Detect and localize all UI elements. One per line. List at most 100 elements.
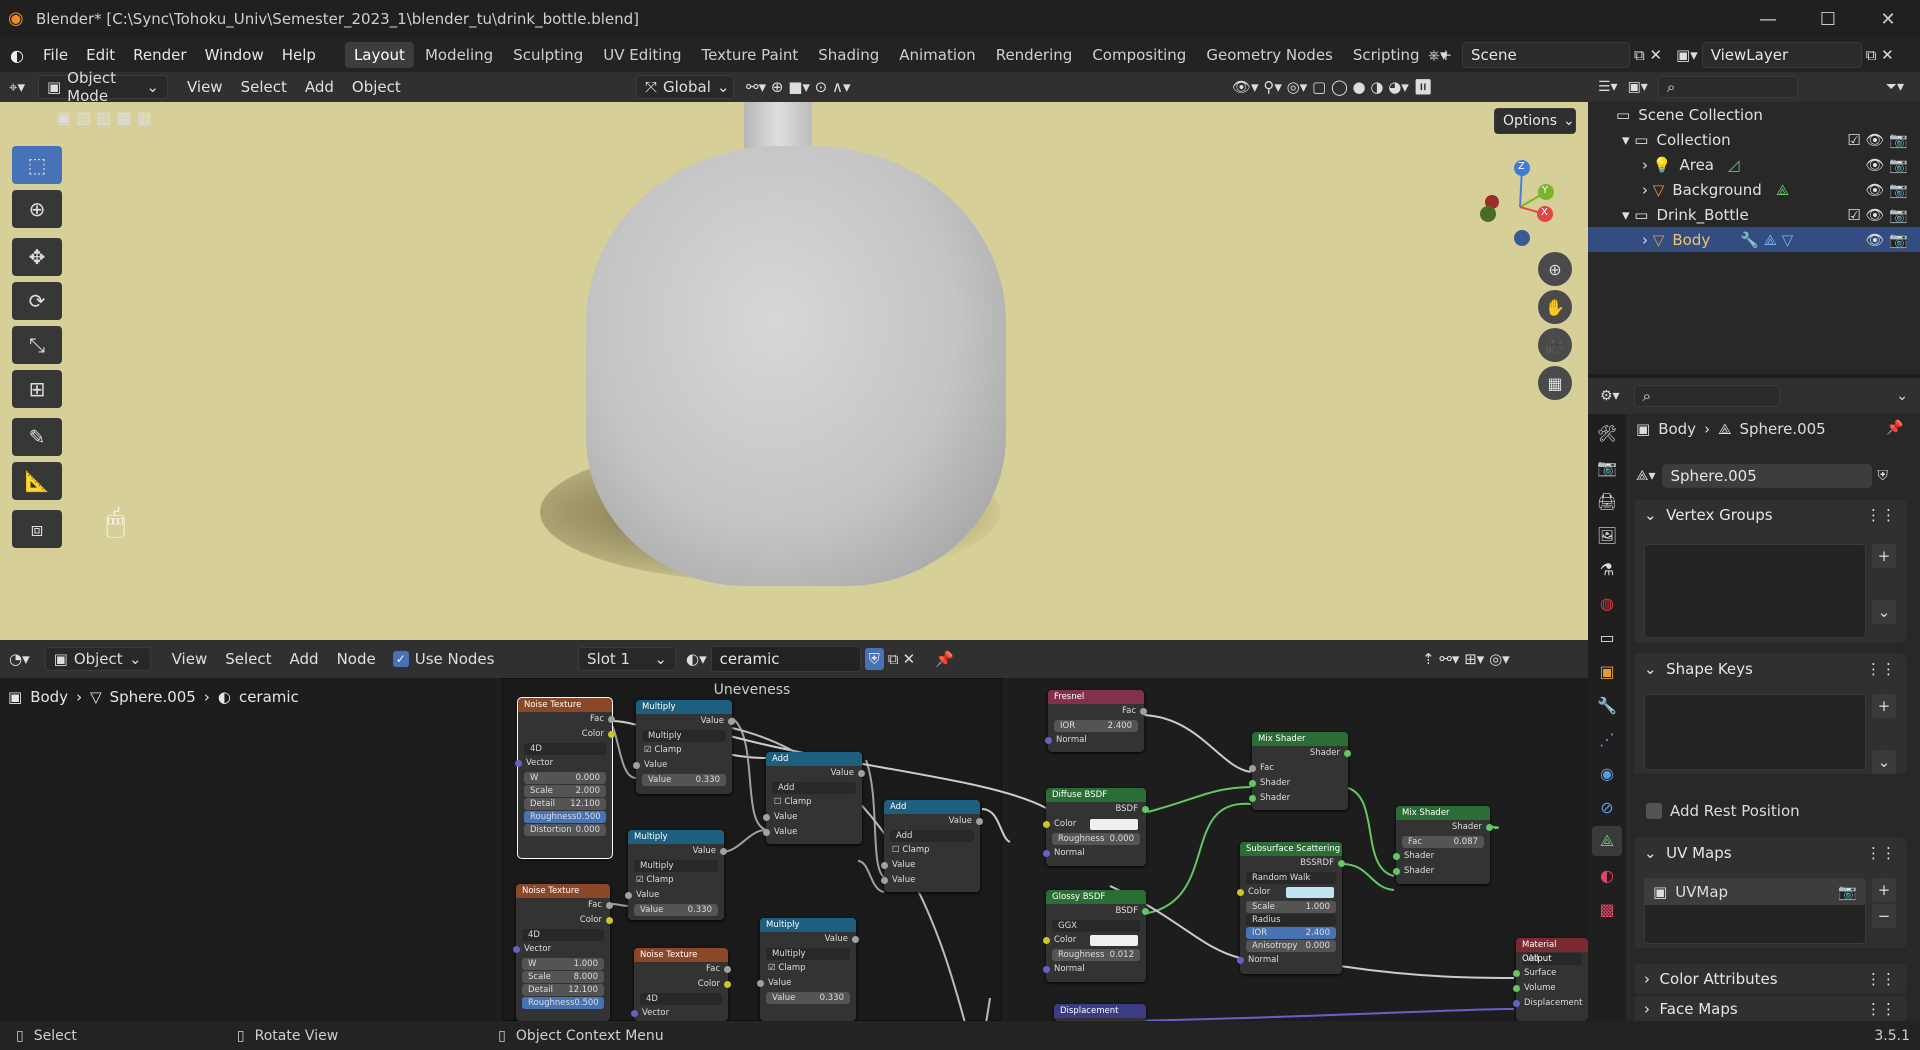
outliner-editor-icon[interactable]: ☰▾ — [1598, 79, 1618, 95]
noise-texture-node-1[interactable]: Noise Texture Fac Color 4D Vector W 0.000… — [515, 697, 615, 859]
cursor-tool-icon[interactable]: ⊕ — [12, 190, 62, 228]
node-menu-node[interactable]: Node — [328, 644, 385, 674]
color-input[interactable]: Color — [1237, 885, 1342, 900]
scale-field[interactable]: Scale 1.000 — [1246, 901, 1336, 913]
noise-texture-node-3[interactable]: Noise Texture Fac Color 4D Vector — [631, 948, 731, 1021]
dimension-select[interactable]: 4D — [524, 743, 606, 755]
ortho-grid-icon[interactable]: ▦ — [1538, 366, 1572, 400]
pivot-icon[interactable]: ⚯▾ ⊕ ■▾ ⊙ ∧▾ — [746, 72, 851, 102]
tab-sculpting[interactable]: Sculpting — [504, 42, 592, 68]
row-visibility-icons[interactable]: ☑ 👁 📷 — [1847, 131, 1908, 149]
pin-icon[interactable]: 📌 — [1886, 420, 1903, 436]
mode-dropdown[interactable]: ▣ Object Mode ⌄ — [37, 69, 168, 105]
view-layer-field[interactable]: ViewLayer — [1701, 42, 1862, 68]
add-cube-tool-icon[interactable]: ⧈ — [12, 510, 62, 548]
fake-user-icon[interactable]: ⛨ — [1878, 468, 1889, 484]
tab-uv-editing[interactable]: UV Editing — [594, 42, 690, 68]
menu-file[interactable]: File — [34, 38, 77, 72]
dimension-select[interactable]: 4D — [640, 993, 722, 1005]
tab-shading[interactable]: Shading — [809, 42, 888, 68]
roughness-field[interactable]: Roughness 0.500 — [524, 811, 606, 823]
properties-editor-icon[interactable]: ⚙▾ — [1600, 388, 1620, 404]
shape-key-menu-button[interactable]: ⌄ — [1872, 750, 1896, 774]
distortion-field[interactable]: Distortion 0.000 — [524, 824, 606, 836]
close-icon[interactable]: ✕ — [1860, 0, 1916, 38]
diffuse-bsdf-node[interactable]: Diffuse BSDF BSDF Color Roughness 0.000 N… — [1043, 788, 1149, 866]
menu-render[interactable]: Render — [124, 38, 195, 72]
material-output-node[interactable]: Material Output All Surface Volume Displ… — [1513, 938, 1588, 1021]
tab-layout[interactable]: Layout — [344, 42, 414, 68]
clamp-checkbox[interactable]: ☑ Clamp — [636, 743, 732, 758]
add-rest-position-checkbox[interactable]: Add Rest Position — [1646, 802, 1800, 820]
pan-hand-icon[interactable]: ✋ — [1538, 290, 1572, 324]
ior-field[interactable]: IOR 2.400 — [1246, 927, 1336, 939]
value-field[interactable]: Value 0.330 — [642, 774, 726, 786]
filter-icon[interactable]: ⏷▾ — [1886, 79, 1904, 95]
vertex-groups-header[interactable]: ⌄ Vertex Groups ⋮⋮ — [1634, 500, 1906, 530]
tab-texture-paint[interactable]: Texture Paint — [692, 42, 807, 68]
editor-type-icon[interactable]: ⌖▾ — [0, 72, 34, 102]
color-swatch[interactable] — [1090, 935, 1138, 946]
annotate-tool-icon[interactable]: ✎ — [12, 418, 62, 456]
outliner-row-drink-bottle[interactable]: ▾ ▭ Drink_Bottle ☑ 👁 📷 — [1588, 202, 1920, 227]
collection-tab-icon[interactable]: ▭ — [1592, 622, 1622, 652]
fresnel-node[interactable]: Fresnel Fac IOR 2.400 Normal — [1045, 690, 1147, 752]
multiply-node-3[interactable]: Multiply Value Multiply ☑ Clamp Value Va… — [757, 918, 859, 1021]
options-dropdown[interactable]: Options ⌄ — [1494, 108, 1576, 134]
uv-map-row[interactable]: ▣ UVMap 📷 — [1645, 879, 1865, 905]
tab-modeling[interactable]: Modeling — [416, 42, 502, 68]
outliner-row-background[interactable]: › ▽ Background ⟁ 👁 📷 — [1588, 177, 1920, 202]
move-tool-icon[interactable]: ✥ — [12, 238, 62, 276]
scale-field[interactable]: Scale 8.000 — [522, 971, 604, 983]
measure-tool-icon[interactable]: 📐 — [12, 462, 62, 500]
new-view-layer-icon[interactable]: ⧉ ✕ — [1866, 42, 1894, 68]
mix-shader-node-1[interactable]: Mix Shader Shader Fac Shader Shader — [1249, 732, 1351, 810]
roughness-field[interactable]: Roughness 0.000 — [1052, 833, 1140, 845]
glossy-bsdf-node[interactable]: Glossy BSDF BSDF GGX Color Roughness 0.01… — [1043, 890, 1149, 982]
camera-icon[interactable]: 🎥 — [1538, 328, 1572, 362]
fake-user-shield-icon[interactable]: ⛨ — [864, 648, 884, 670]
operation-select[interactable]: Add — [772, 782, 856, 794]
duplicate-material-icon[interactable]: ⧉ — [888, 650, 899, 668]
scene-field[interactable]: Scene — [1462, 42, 1630, 68]
color-swatch[interactable] — [1286, 887, 1334, 898]
shape-keys-list[interactable] — [1644, 694, 1866, 770]
menu-select[interactable]: Select — [232, 72, 296, 102]
node-menu-add[interactable]: Add — [281, 644, 328, 674]
minimize-icon[interactable]: — — [1740, 0, 1796, 38]
view-layer-tab-icon[interactable]: 🖼 — [1592, 520, 1622, 550]
vertex-group-menu-button[interactable]: ⌄ — [1872, 600, 1896, 624]
outliner-row-area[interactable]: › 💡 Area ◿ 👁 📷 — [1588, 152, 1920, 177]
tab-compositing[interactable]: Compositing — [1083, 42, 1195, 68]
tool-tab-icon[interactable]: 🛠 — [1592, 418, 1622, 448]
view-layer-icon[interactable]: ▣▾ — [1676, 42, 1698, 68]
use-nodes-checkbox[interactable]: ✓ Use Nodes — [392, 650, 494, 668]
vertex-groups-list[interactable] — [1644, 544, 1866, 638]
properties-options-icon[interactable]: ⌄ — [1896, 388, 1908, 404]
output-tab-icon[interactable]: 🖨 — [1592, 486, 1622, 516]
physics-tab-icon[interactable]: ◉ — [1592, 758, 1622, 788]
menu-window[interactable]: Window — [196, 38, 273, 72]
add-shape-key-button[interactable]: + — [1872, 694, 1896, 718]
zoom-icon[interactable]: ⊕ — [1538, 252, 1572, 286]
render-tab-icon[interactable]: 📷 — [1592, 452, 1622, 482]
material-name-field[interactable]: ceramic — [710, 646, 861, 672]
menu-add[interactable]: Add — [296, 72, 343, 102]
3d-viewport[interactable]: ▣ ▧ ▨ ▩ ▦ Options ⌄ ⬚ ⊕ ✥ ⟳ ⤡ ⊞ ✎ 📐 ⧈ 🖱 Z… — [0, 102, 1588, 640]
node-menu-view[interactable]: View — [163, 644, 217, 674]
outliner-scene-collection[interactable]: ▭ Scene Collection — [1588, 102, 1920, 127]
operation-select[interactable]: Add — [890, 830, 974, 842]
radius-select[interactable]: Radius — [1246, 914, 1336, 926]
material-browse-icon[interactable]: ◐▾ — [686, 646, 707, 672]
scale-tool-icon[interactable]: ⤡ — [12, 326, 62, 364]
anisotropy-field[interactable]: Anisotropy 0.000 — [1246, 940, 1336, 952]
clamp-checkbox[interactable]: ☑ Clamp — [628, 873, 724, 888]
outliner-row-body[interactable]: › ▽ Body 🔧 ⟁ ▽ 👁 📷 — [1588, 227, 1920, 252]
distribution-select[interactable]: GGX — [1052, 920, 1140, 932]
dimension-select[interactable]: 4D — [522, 929, 604, 941]
material-tab-icon[interactable]: ◐ — [1592, 860, 1622, 890]
tab-rendering[interactable]: Rendering — [987, 42, 1082, 68]
unlink-material-icon[interactable]: ✕ — [903, 650, 916, 668]
tab-animation[interactable]: Animation — [890, 42, 984, 68]
blender-menu-icon[interactable]: ◐ — [10, 46, 34, 65]
